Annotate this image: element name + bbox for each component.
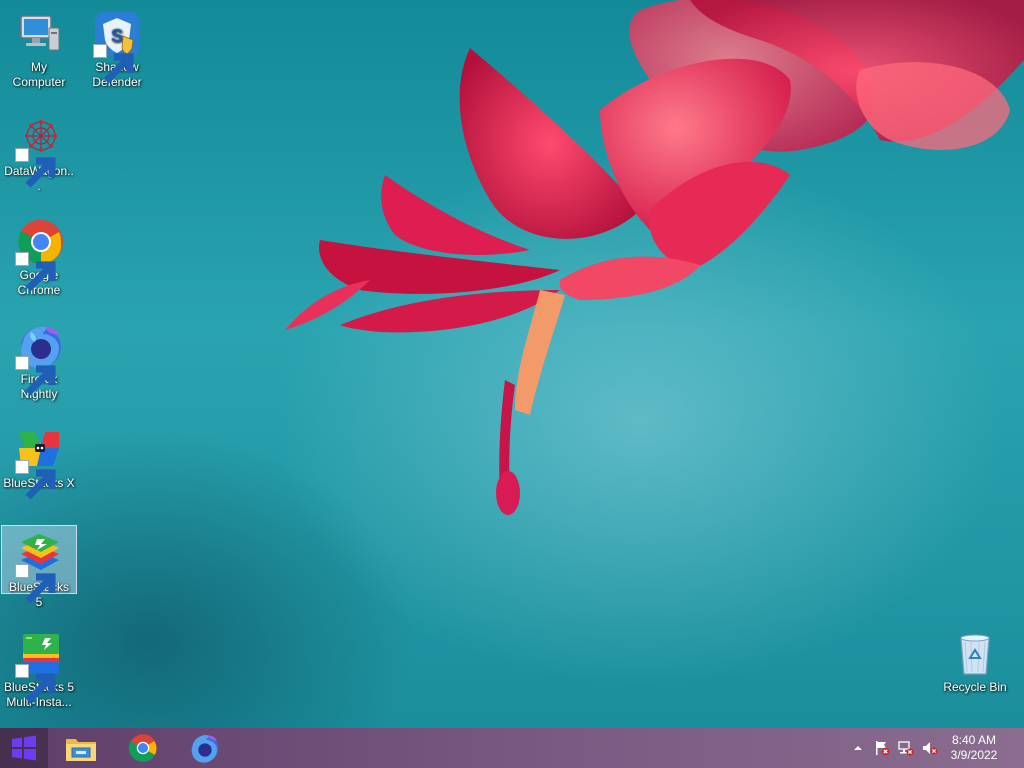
taskbar-google-chrome[interactable] [114,728,172,768]
desktop-icon-bluestacks-x[interactable]: BlueStacks X [1,422,77,500]
file-explorer-icon [66,739,96,761]
action-center-flag-icon [876,741,890,756]
desktop-icon-shadow-defender[interactable]: S Shadow Defender [79,6,155,90]
tray-volume[interactable] [920,728,940,768]
shortcut-arrow-icon [93,44,134,84]
clock-date: 3/9/2022 [950,748,998,762]
desktop[interactable]: My Computer S Shadow Defender DataWagon.… [0,0,1024,728]
tray-network[interactable] [896,728,916,768]
shortcut-arrow-icon [15,564,56,604]
desktop-icon-firefox-nightly[interactable]: Firefox Nightly [1,318,77,402]
wallpaper-flower [285,0,1024,515]
recycle-bin-icon [951,630,999,678]
shortcut-arrow-icon [15,664,56,704]
my-computer-icon [15,10,63,58]
shortcut-arrow-icon [15,460,56,500]
shortcut-arrow-icon [15,356,56,396]
show-hidden-icons-chevron-icon [854,746,862,750]
firefox-nightly-icon [191,735,219,763]
desktop-icon-my-computer[interactable]: My Computer [1,6,77,90]
icon-label: My Computer [12,60,66,89]
start-button[interactable] [0,728,48,768]
shortcut-arrow-icon [15,148,56,188]
windows-logo-icon [12,735,36,761]
taskbar-file-explorer[interactable] [52,728,110,768]
taskbar-firefox-nightly[interactable] [176,728,234,768]
firefox-nightly-icon [15,322,63,396]
bluestacks-5-icon [15,530,63,604]
svg-text:S: S [111,26,123,46]
desktop-icon-google-chrome[interactable]: Google Chrome [1,214,77,298]
network-disconnected-icon [898,741,914,756]
show-hidden-icons-button[interactable] [850,728,866,768]
shadow-defender-icon: S [93,10,141,84]
volume-muted-icon [923,742,938,755]
chrome-icon [15,218,63,292]
datawagon-icon [15,114,63,188]
taskbar-clock[interactable]: 8:40 AM 3/9/2022 [944,733,1004,763]
desktop-icon-bluestacks-5[interactable]: BlueStacks 5 [1,525,77,609]
taskbar: 8:40 AM 3/9/2022 [0,728,1024,768]
tray-action-center[interactable] [872,728,892,768]
clock-time: 8:40 AM [951,733,997,747]
desktop-icon-datawagon[interactable]: DataWagon... [1,110,77,194]
chrome-icon [128,734,157,762]
bluestacks-x-icon [15,426,63,500]
desktop-icon-bluestacks-multi-instance[interactable]: BlueStacks 5 Multi-Insta... [1,626,77,710]
icon-label: Recycle Bin [943,680,1007,694]
shortcut-arrow-icon [15,252,56,292]
bluestacks-multi-instance-icon [15,630,63,704]
desktop-icon-recycle-bin[interactable]: Recycle Bin [937,626,1013,695]
